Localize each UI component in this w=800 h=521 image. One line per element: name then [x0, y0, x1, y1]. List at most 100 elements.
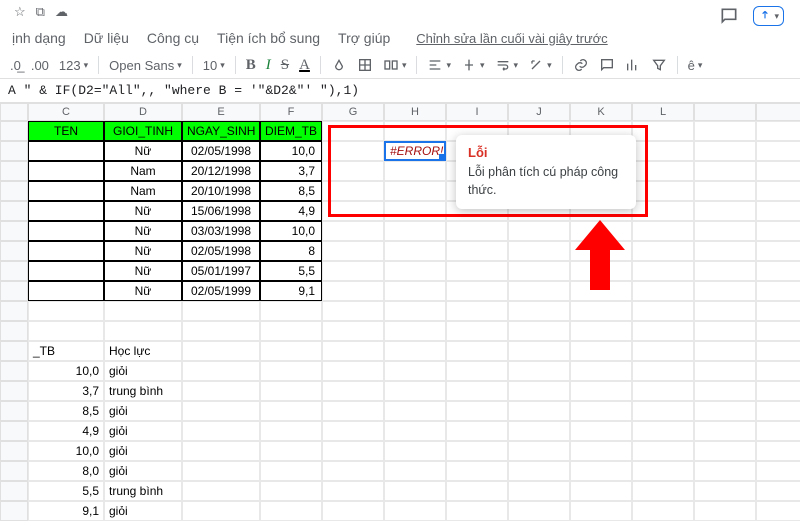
filter-button[interactable] [651, 57, 667, 73]
empty-cell[interactable] [632, 121, 694, 141]
row-header[interactable] [0, 401, 28, 421]
empty-cell[interactable] [632, 461, 694, 481]
empty-cell[interactable] [570, 441, 632, 461]
empty-cell[interactable] [182, 341, 260, 361]
data-cell[interactable]: 5,5 [260, 261, 322, 281]
empty-cell[interactable] [570, 501, 632, 521]
font-select[interactable]: Open Sans ▾ [109, 58, 182, 73]
row-header[interactable] [0, 201, 28, 221]
text-color-button[interactable]: A [299, 57, 310, 74]
empty-cell[interactable] [508, 461, 570, 481]
empty-cell[interactable] [632, 301, 694, 321]
empty-cell[interactable] [570, 421, 632, 441]
data-cell[interactable]: 20/12/1998 [182, 161, 260, 181]
empty-cell[interactable] [384, 441, 446, 461]
wrap-button[interactable]: ▾ [495, 57, 519, 73]
row-header[interactable] [0, 281, 28, 301]
empty-cell[interactable] [570, 461, 632, 481]
empty-cell[interactable] [446, 261, 508, 281]
move-icon[interactable]: ⧉ [36, 4, 45, 20]
empty-cell[interactable] [632, 361, 694, 381]
empty-cell[interactable] [756, 141, 800, 161]
empty-cell[interactable] [104, 321, 182, 341]
empty-cell[interactable] [182, 361, 260, 381]
increase-decimal-button[interactable]: .00 [31, 58, 49, 73]
empty-cell[interactable] [322, 281, 384, 301]
empty-cell[interactable] [570, 481, 632, 501]
empty-cell[interactable] [182, 501, 260, 521]
empty-cell[interactable] [182, 321, 260, 341]
data-cell[interactable]: giỏi [104, 441, 182, 461]
empty-cell[interactable] [756, 301, 800, 321]
empty-cell[interactable] [756, 361, 800, 381]
empty-cell[interactable] [260, 341, 322, 361]
data-cell[interactable] [28, 201, 104, 221]
empty-cell[interactable] [508, 241, 570, 261]
empty-cell[interactable] [322, 301, 384, 321]
empty-cell[interactable] [632, 261, 694, 281]
empty-cell[interactable] [508, 501, 570, 521]
data-cell[interactable]: 8,5 [28, 401, 104, 421]
empty-cell[interactable] [446, 421, 508, 441]
data-cell[interactable]: 03/03/1998 [182, 221, 260, 241]
data-cell[interactable]: 4,9 [28, 421, 104, 441]
empty-cell[interactable] [322, 221, 384, 241]
empty-cell[interactable] [182, 421, 260, 441]
data-cell[interactable]: 9,1 [28, 501, 104, 521]
data-cell[interactable]: Nữ [104, 281, 182, 301]
data-cell[interactable]: Nữ [104, 141, 182, 161]
empty-cell[interactable] [384, 261, 446, 281]
empty-cell[interactable] [694, 221, 756, 241]
empty-cell[interactable] [260, 301, 322, 321]
empty-cell[interactable] [756, 161, 800, 181]
empty-cell[interactable] [446, 401, 508, 421]
empty-cell[interactable] [260, 501, 322, 521]
empty-cell[interactable] [632, 201, 694, 221]
data-cell[interactable]: trung bình [104, 481, 182, 501]
empty-cell[interactable] [570, 381, 632, 401]
empty-cell[interactable] [694, 121, 756, 141]
strikethrough-button[interactable]: S [281, 57, 289, 74]
empty-cell[interactable] [446, 281, 508, 301]
data-cell[interactable]: 02/05/1998 [182, 241, 260, 261]
empty-cell[interactable] [508, 281, 570, 301]
empty-cell[interactable] [260, 421, 322, 441]
empty-cell[interactable] [694, 361, 756, 381]
column-header[interactable]: K [570, 103, 632, 121]
empty-cell[interactable] [384, 241, 446, 261]
empty-cell[interactable] [756, 201, 800, 221]
empty-cell[interactable] [260, 321, 322, 341]
empty-cell[interactable] [694, 421, 756, 441]
empty-cell[interactable] [632, 321, 694, 341]
italic-button[interactable]: I [266, 57, 271, 74]
empty-cell[interactable] [322, 161, 384, 181]
fill-color-button[interactable] [331, 57, 347, 73]
empty-cell[interactable] [632, 481, 694, 501]
row-header[interactable] [0, 121, 28, 141]
empty-cell[interactable] [694, 141, 756, 161]
empty-cell[interactable] [508, 401, 570, 421]
functions-button[interactable]: ê ▾ [688, 58, 703, 73]
menu-format[interactable]: ịnh dạng [12, 30, 66, 46]
column-header[interactable]: G [322, 103, 384, 121]
data-cell[interactable]: trung bình [104, 381, 182, 401]
empty-cell[interactable] [508, 321, 570, 341]
empty-cell[interactable] [694, 441, 756, 461]
empty-cell[interactable] [322, 241, 384, 261]
empty-cell[interactable] [322, 481, 384, 501]
empty-cell[interactable] [182, 381, 260, 401]
empty-cell[interactable] [756, 281, 800, 301]
empty-cell[interactable] [260, 481, 322, 501]
empty-cell[interactable] [384, 321, 446, 341]
empty-cell[interactable] [384, 381, 446, 401]
data-cell[interactable]: Nam [104, 161, 182, 181]
empty-cell[interactable] [384, 481, 446, 501]
empty-cell[interactable] [182, 461, 260, 481]
empty-cell[interactable] [694, 301, 756, 321]
row-header[interactable] [0, 241, 28, 261]
empty-cell[interactable] [446, 481, 508, 501]
empty-cell[interactable] [384, 201, 446, 221]
data-cell[interactable]: giỏi [104, 401, 182, 421]
column-header[interactable] [756, 103, 800, 121]
halign-button[interactable]: ▾ [427, 57, 451, 73]
